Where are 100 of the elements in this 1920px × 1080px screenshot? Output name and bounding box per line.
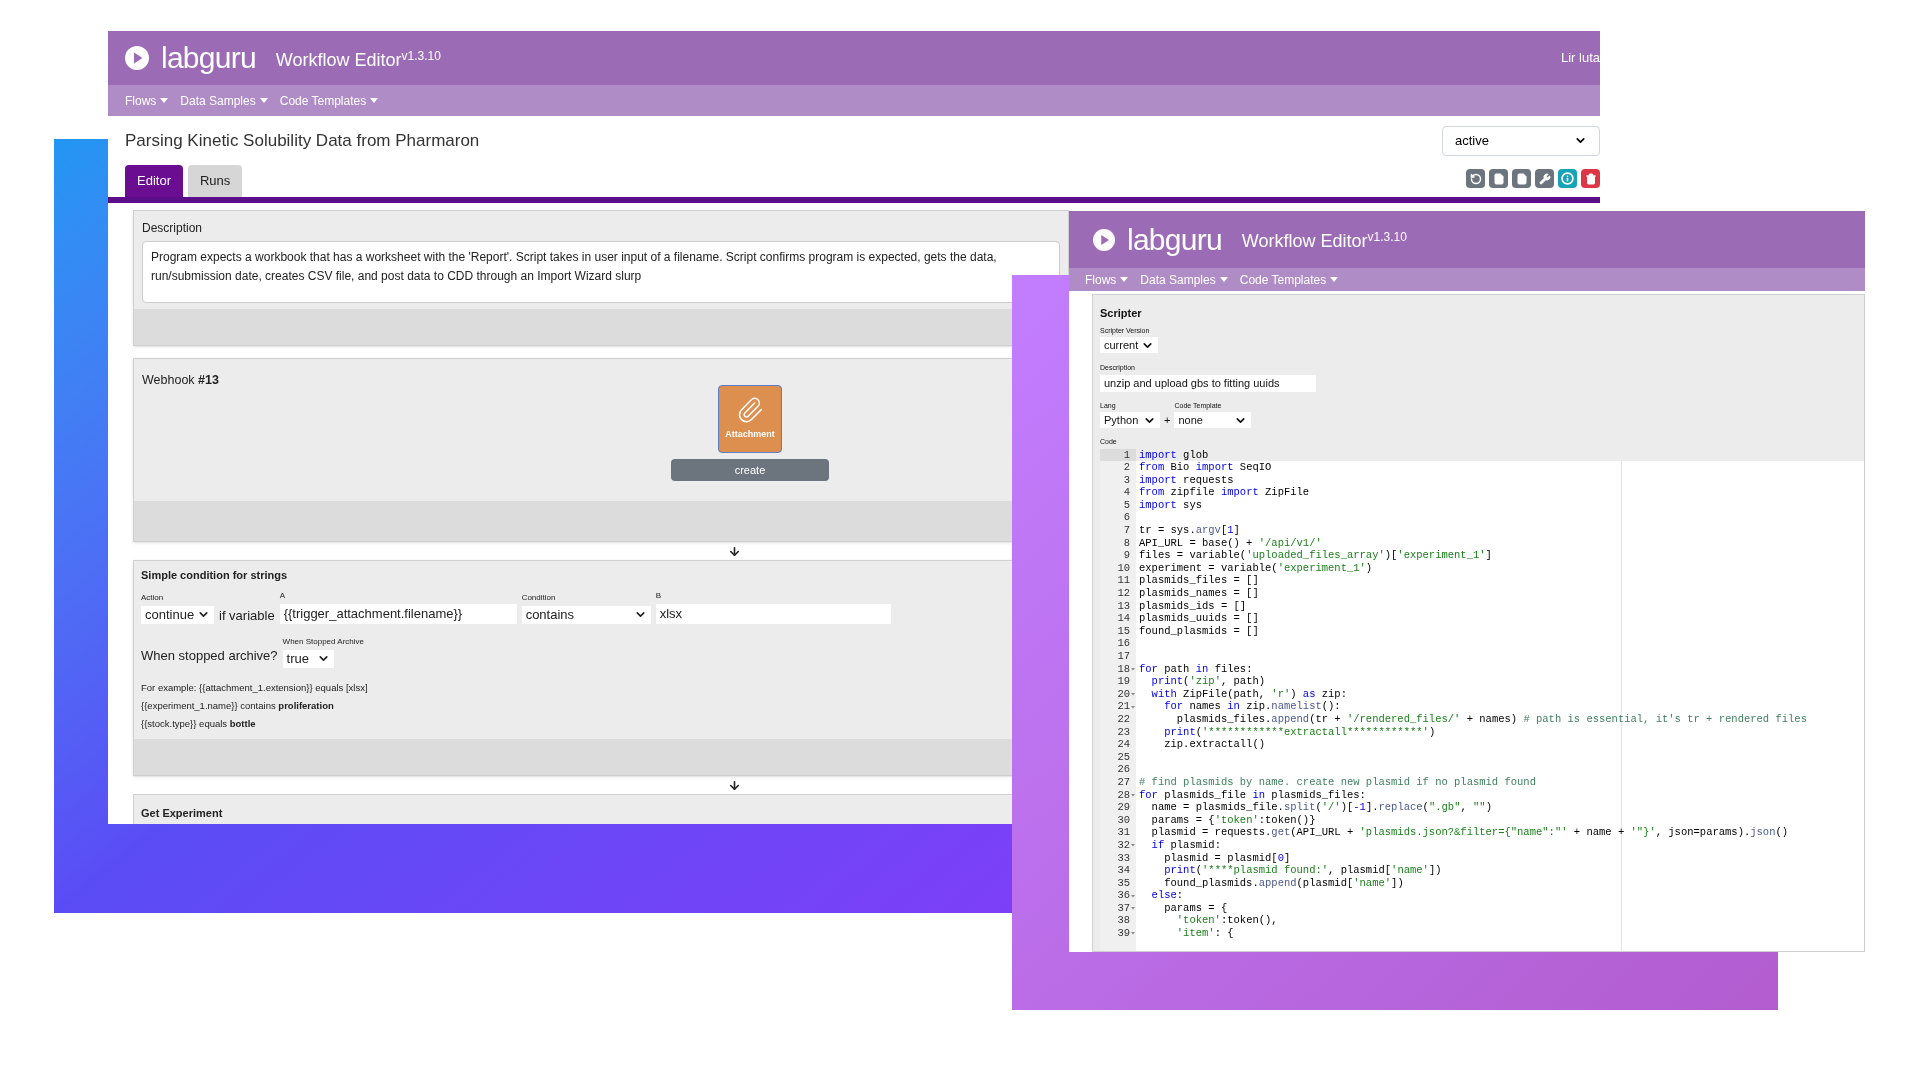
line-number: 35 [1117, 876, 1130, 890]
description-field[interactable]: Program expects a workbook that has a worksheet with the 'Report'. Script takes in user input of a filename. Script confirms program is expected, gets the data, run/submission date, creates CSV file, and post data to CDD through an Import Wizard slurp [142, 241, 1060, 303]
code-line: from Bio import SeqIO [1138, 461, 1272, 474]
version-select[interactable]: current [1100, 337, 1158, 353]
code-line: 'item': { [1175, 927, 1234, 940]
action-select[interactable]: continue [141, 605, 214, 624]
line-number: 29 [1117, 801, 1130, 814]
archive-question: When stopped archive? [141, 647, 278, 665]
line-number: 18 [1117, 662, 1130, 676]
template-select[interactable]: none [1174, 412, 1252, 428]
code-line: API_URL = base() + '/api/v1/' [1138, 536, 1322, 550]
code-line: import requests [1138, 473, 1234, 487]
panel-title: Scripter [1100, 306, 1143, 321]
create-button[interactable]: create [671, 459, 829, 481]
tab[interactable]: Runs [187, 165, 243, 197]
line-number: 12 [1117, 587, 1130, 600]
line-number: 5 [1123, 498, 1130, 512]
card-title: Simple condition for strings [141, 568, 289, 583]
line-number: 37 [1117, 901, 1130, 915]
code-line: print('************extractall************') [1163, 725, 1436, 739]
line-number: 3 [1123, 473, 1130, 487]
line-number: 20 [1117, 687, 1130, 701]
code-line: plasmids_files = [] [1138, 574, 1259, 588]
line-number: 1 [1123, 448, 1130, 462]
code-line: else: [1150, 889, 1184, 902]
line-number: 7 [1123, 524, 1130, 537]
line-number: 2 [1123, 461, 1130, 474]
code-line: params = {'token':token()} [1150, 813, 1316, 827]
code-line: import sys [1138, 498, 1203, 512]
status-select[interactable]: active [1442, 125, 1600, 156]
card-title: Get Experiment [141, 807, 223, 820]
code-line: if plasmid: [1150, 838, 1221, 852]
line-number: 36 [1117, 889, 1130, 902]
code-line: for plasmids_file in plasmids_files: [1138, 788, 1366, 802]
code-line: plasmids_ids = [] [1138, 599, 1247, 613]
line-number: 32 [1117, 838, 1130, 852]
code-line: # find plasmids by name. create new plasmid if no plasmid found [1138, 775, 1536, 789]
code-line: plasmid = plasmid[0] [1163, 851, 1291, 865]
flow-title: Parsing Kinetic Solubility Data from Pharmaron [125, 129, 480, 152]
example-text: For example: {{attachment_1.extension}} equals [xlsx] [141, 680, 369, 695]
field-label: Action [141, 591, 165, 604]
line-number: 4 [1123, 486, 1130, 499]
line-number: 28 [1117, 788, 1130, 802]
logo-wordmark: labguru [161, 43, 256, 73]
line-number: 24 [1117, 738, 1130, 751]
plus-text: + [1164, 413, 1171, 428]
archive-select[interactable]: true [282, 649, 334, 668]
condition-select[interactable]: contains [521, 605, 651, 624]
code-line: plasmid = requests.get(API_URL + 'plasmids.json?&filter={"name":"' + name + '"}', json=params).json() [1150, 826, 1789, 839]
example-text: {{stock.type}} equals bottle [141, 717, 257, 731]
code-line: 'token':token(), [1175, 914, 1278, 928]
line-number: 19 [1117, 675, 1130, 688]
line-number: 26 [1117, 763, 1130, 776]
line-number: 9 [1123, 549, 1130, 562]
line-number: 8 [1123, 536, 1130, 550]
logo-wordmark: labguru [1127, 224, 1222, 255]
code-line: print('zip', path) [1150, 675, 1266, 688]
code-line: zip.extractall() [1163, 738, 1266, 751]
description-field[interactable]: unzip and upload gbs to fitting uuids [1100, 374, 1316, 392]
code-line: experiment = variable('experiment_1') [1138, 561, 1373, 575]
line-number: 17 [1117, 650, 1130, 663]
line-number: 14 [1117, 612, 1130, 625]
code-line: with ZipFile(path, 'r') as zip: [1150, 687, 1347, 701]
line-number: 16 [1117, 637, 1130, 650]
code-line: params = { [1163, 901, 1228, 915]
line-number: 23 [1117, 725, 1130, 739]
value-b-field[interactable]: xlsx [655, 603, 891, 624]
variable-a-field[interactable]: {{trigger_attachment.filename}} [279, 603, 517, 624]
line-number: 15 [1117, 624, 1130, 638]
line-number: 27 [1117, 775, 1130, 789]
code-line: print('****plasmid found:', plasmid['name']) [1163, 864, 1442, 877]
line-number: 31 [1117, 826, 1130, 839]
line-number: 38 [1117, 914, 1130, 928]
field-label: B [655, 589, 662, 602]
line-number: 13 [1117, 599, 1130, 613]
app-title: Workflow Editor$^{v1.3.10}$ [1241, 229, 1407, 253]
code-line: files = variable('uploaded_files_array')['experiment_1'] [1138, 549, 1492, 562]
code-line: plasmids_names = [] [1138, 587, 1259, 600]
field-label: Condition [521, 591, 557, 604]
line-number: 33 [1117, 851, 1130, 865]
line-number: 21 [1117, 700, 1130, 713]
line-number: 25 [1117, 750, 1130, 764]
code-line: for path in files: [1138, 662, 1253, 676]
line-number: 30 [1117, 813, 1130, 827]
field-label: Description [142, 220, 204, 237]
line-number: 10 [1117, 561, 1130, 575]
field-label: A [279, 589, 286, 602]
code-line: found_plasmids = [] [1138, 624, 1259, 638]
app-title: Workflow Editor$^{v1.3.10}$ [275, 47, 441, 72]
code-line: tr = sys.argv[1] [1138, 524, 1240, 537]
tab[interactable]: Editor [125, 165, 183, 197]
code-line: for names in zip.namelist(): [1163, 700, 1341, 713]
line-number: 39 [1117, 927, 1130, 940]
code-line: name = plasmids_file.split('/')[-1].replace(".gb", "") [1150, 801, 1492, 814]
field-label: When Stopped Archive [282, 635, 364, 648]
example-text: {{experiment_1.name}} contains proliferation [141, 698, 335, 713]
line-number: 22 [1117, 712, 1130, 726]
line-number: 34 [1117, 864, 1130, 877]
user-name: Lir luta [1560, 49, 1600, 68]
language-select[interactable]: Python [1100, 412, 1160, 428]
